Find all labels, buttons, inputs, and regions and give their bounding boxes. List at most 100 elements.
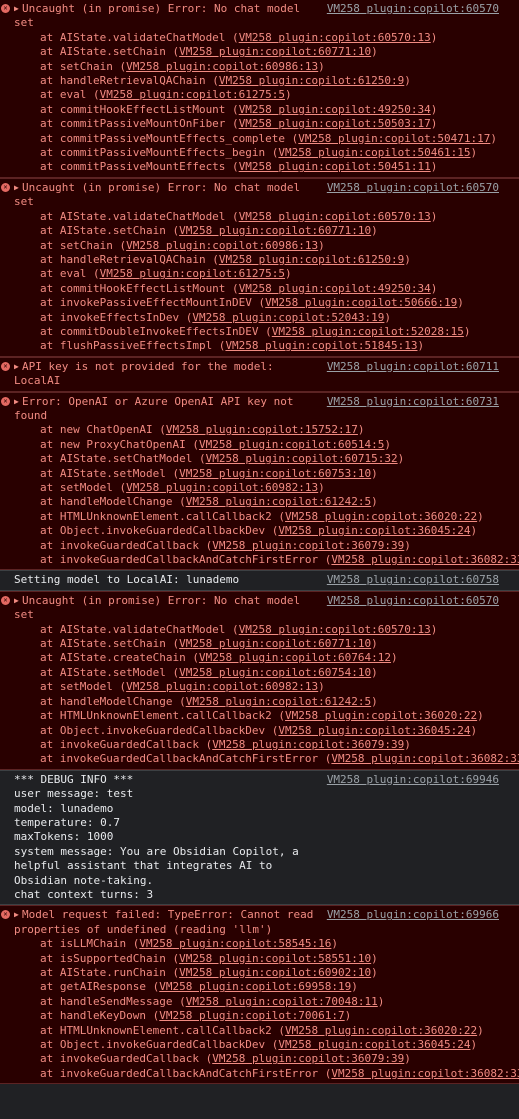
console-message: *** DEBUG INFO *** user message: test mo…	[14, 773, 515, 903]
error-icon: ✕	[1, 361, 10, 371]
stack-frame-function: at HTMLUnknownElement.callCallback2	[40, 509, 272, 523]
source-link[interactable]: VM258 plugin:copilot:60570	[327, 181, 499, 195]
source-link[interactable]: VM258 plugin:copilot:60758	[327, 573, 499, 587]
stack-frame-link[interactable]: VM258 plugin:copilot:50461:15	[278, 146, 470, 159]
stack-frame-function: at AIState.setChain	[40, 637, 166, 651]
stack-frame-link[interactable]: VM258 plugin:copilot:61275:5	[100, 88, 285, 101]
stack-frame: at setChain (VM258 plugin:copilot:60986:…	[40, 238, 325, 252]
devtools-console: ✕ VM258 plugin:copilot:60570 ▶ Uncaught (in…	[0, 0, 519, 1085]
console-error-entry[interactable]: ✕ VM258 plugin:copilot:60570 ▶ Uncaught (in…	[0, 590, 519, 770]
stack-frame-link[interactable]: VM258 plugin:copilot:60902:10	[179, 966, 371, 979]
stack-frame-link[interactable]: VM258 plugin:copilot:36079:39	[212, 1052, 404, 1065]
stack-frame-link[interactable]: VM258 plugin:copilot:60771:10	[179, 224, 371, 237]
source-link[interactable]: VM258 plugin:copilot:69966	[327, 908, 499, 922]
stack-frame-function: at handleModelChange	[40, 495, 173, 509]
stack-frame-link[interactable]: VM258 plugin:copilot:60771:10	[179, 637, 371, 650]
stack-frame-function: at commitHookEffectListMount	[40, 102, 226, 116]
expand-triangle-icon[interactable]: ▶	[14, 2, 22, 16]
stack-frame-link[interactable]: VM258 plugin:copilot:50666:19	[265, 296, 457, 309]
expand-triangle-icon[interactable]: ▶	[14, 908, 22, 922]
console-log-entry[interactable]: VM258 plugin:copilot:60758 Setting model …	[0, 570, 519, 591]
stack-frame-link[interactable]: VM258 plugin:copilot:60570:13	[239, 623, 431, 636]
stack-frame-link[interactable]: VM258 plugin:copilot:36045:24	[278, 1038, 470, 1051]
error-icon: ✕	[1, 4, 10, 13]
source-link[interactable]: VM258 plugin:copilot:60731	[327, 395, 499, 409]
stack-frame-link[interactable]: VM258 plugin:copilot:50503:17	[239, 117, 431, 130]
stack-frame-link[interactable]: VM258 plugin:copilot:60771:10	[179, 45, 371, 58]
stack-frame-link[interactable]: VM258 plugin:copilot:60753:10	[179, 467, 371, 480]
stack-frame: at getAIResponse (VM258 plugin:copilot:6…	[40, 980, 358, 994]
console-error-entry[interactable]: ✕ VM258 plugin:copilot:60570 ▶ Uncaught (in…	[0, 0, 519, 178]
stack-frame-link[interactable]: VM258 plugin:copilot:36082:33	[331, 752, 519, 765]
stack-frame-link[interactable]: VM258 plugin:copilot:60986:13	[126, 60, 318, 73]
stack-frame-link[interactable]: VM258 plugin:copilot:52028:15	[272, 325, 464, 338]
console-log-entry[interactable]: VM258 plugin:copilot:69946 *** DEBUG INFO…	[0, 769, 519, 906]
expand-triangle-icon[interactable]: ▶	[14, 395, 22, 409]
stack-frame-link[interactable]: VM258 plugin:copilot:60982:13	[126, 481, 318, 494]
source-link[interactable]: VM258 plugin:copilot:60570	[327, 594, 499, 608]
stack-frame-link[interactable]: VM258 plugin:copilot:60986:13	[126, 239, 318, 252]
stack-frame-link[interactable]: VM258 plugin:copilot:60754:10	[179, 666, 371, 679]
source-link[interactable]: VM258 plugin:copilot:60711	[327, 360, 499, 374]
stack-frame-link[interactable]: VM258 plugin:copilot:52043:19	[192, 311, 384, 324]
console-error-entry[interactable]: ✕ VM258 plugin:copilot:60711 ▶ API key is n…	[0, 356, 519, 392]
stack-frame-link[interactable]: VM258 plugin:copilot:49250:34	[239, 282, 431, 295]
stack-frame: at invokeGuardedCallbackAndCatchFirstErr…	[14, 1067, 519, 1081]
stack-frame-link[interactable]: VM258 plugin:copilot:50451:11	[239, 160, 431, 173]
error-icon: ✕	[1, 910, 10, 920]
expand-triangle-icon[interactable]: ▶	[14, 360, 22, 374]
stack-frame-function: at eval	[40, 267, 87, 281]
stack-frame-link[interactable]: VM258 plugin:copilot:60570:13	[239, 210, 431, 223]
stack-frame-link[interactable]: VM258 plugin:copilot:58551:10	[179, 952, 371, 965]
expand-triangle-icon[interactable]: ▶	[14, 594, 22, 608]
stack-frame-link[interactable]: VM258 plugin:copilot:61250:9	[219, 253, 404, 266]
stack-frame-link[interactable]: VM258 plugin:copilot:36045:24	[278, 724, 470, 737]
stack-frame-link[interactable]: VM258 plugin:copilot:36082:33	[331, 1067, 519, 1080]
stack-frame: at AIState.setChatModel (VM258 plugin:co…	[40, 452, 405, 466]
error-icon: ✕	[1, 396, 10, 406]
stack-frame: at handleModelChange (VM258 plugin:copil…	[40, 495, 378, 509]
source-link[interactable]: VM258 plugin:copilot:60570	[327, 2, 499, 16]
stack-frame-link[interactable]: VM258 plugin:copilot:61275:5	[100, 267, 285, 280]
stack-frame-link[interactable]: VM258 plugin:copilot:51845:13	[225, 339, 417, 352]
stack-frame-function: at setModel	[40, 680, 113, 694]
stack-frame-link[interactable]: VM258 plugin:copilot:60514:5	[199, 438, 384, 451]
stack-frame: at invokePassiveEffectMountInDEV (VM258 …	[40, 296, 464, 310]
stack-frame-link[interactable]: VM258 plugin:copilot:36079:39	[212, 539, 404, 552]
stack-frame-link[interactable]: VM258 plugin:copilot:36020:22	[285, 510, 477, 523]
stack-frame-link[interactable]: VM258 plugin:copilot:69958:19	[159, 980, 351, 993]
stack-frame-link[interactable]: VM258 plugin:copilot:60764:12	[199, 651, 391, 664]
stack-frame-link[interactable]: VM258 plugin:copilot:36020:22	[285, 1024, 477, 1037]
stack-frame-link[interactable]: VM258 plugin:copilot:36045:24	[278, 524, 470, 537]
stack-frame-function: at AIState.createChain	[40, 651, 186, 665]
stack-frame-link[interactable]: VM258 plugin:copilot:61250:9	[219, 74, 404, 87]
stack-frame-link[interactable]: VM258 plugin:copilot:60982:13	[126, 680, 318, 693]
stack-frame-link[interactable]: VM258 plugin:copilot:36082:33	[331, 553, 519, 566]
stack-frame: at setChain (VM258 plugin:copilot:60986:…	[40, 59, 325, 73]
stack-frame-function: at isSupportedChain	[40, 951, 166, 965]
stack-frame-link[interactable]: VM258 plugin:copilot:70048:11	[186, 995, 378, 1008]
stack-frame: at HTMLUnknownElement.callCallback2 (VM2…	[40, 1023, 484, 1037]
stack-frame-link[interactable]: VM258 plugin:copilot:36020:22	[285, 709, 477, 722]
stack-frame-link[interactable]: VM258 plugin:copilot:58545:16	[139, 937, 331, 950]
stack-frame-function: at invokeEffectsInDev	[40, 310, 180, 324]
console-error-entry[interactable]: ✕ VM258 plugin:copilot:60731 ▶ Error: OpenA…	[0, 391, 519, 571]
stack-frame-link[interactable]: VM258 plugin:copilot:15752:17	[166, 423, 358, 436]
stack-frame-function: at handleModelChange	[40, 694, 173, 708]
stack-frame-link[interactable]: VM258 plugin:copilot:61242:5	[186, 695, 371, 708]
stack-frame-function: at getAIResponse	[40, 980, 146, 994]
stack-frame-link[interactable]: VM258 plugin:copilot:70061:7	[159, 1009, 344, 1022]
stack-frame-link[interactable]: VM258 plugin:copilot:36079:39	[212, 738, 404, 751]
console-error-entry[interactable]: ✕ VM258 plugin:copilot:60570 ▶ Uncaught (in…	[0, 177, 519, 357]
stack-frame-link[interactable]: VM258 plugin:copilot:60715:32	[206, 452, 398, 465]
expand-triangle-icon[interactable]: ▶	[14, 181, 22, 195]
stack-frame: at commitHookEffectListMount (VM258 plug…	[40, 102, 438, 116]
stack-frame: at AIState.createChain (VM258 plugin:cop…	[40, 651, 398, 665]
stack-frame-link[interactable]: VM258 plugin:copilot:50471:17	[298, 132, 490, 145]
source-link[interactable]: VM258 plugin:copilot:69946	[327, 773, 499, 787]
stack-frame-link[interactable]: VM258 plugin:copilot:60570:13	[239, 31, 431, 44]
console-error-entry[interactable]: ✕ VM258 plugin:copilot:69966 ▶ Model reques…	[0, 905, 519, 1085]
stack-frame-link[interactable]: VM258 plugin:copilot:49250:34	[239, 103, 431, 116]
stack-frame-link[interactable]: VM258 plugin:copilot:61242:5	[186, 495, 371, 508]
stack-frame-function: at setModel	[40, 481, 113, 494]
